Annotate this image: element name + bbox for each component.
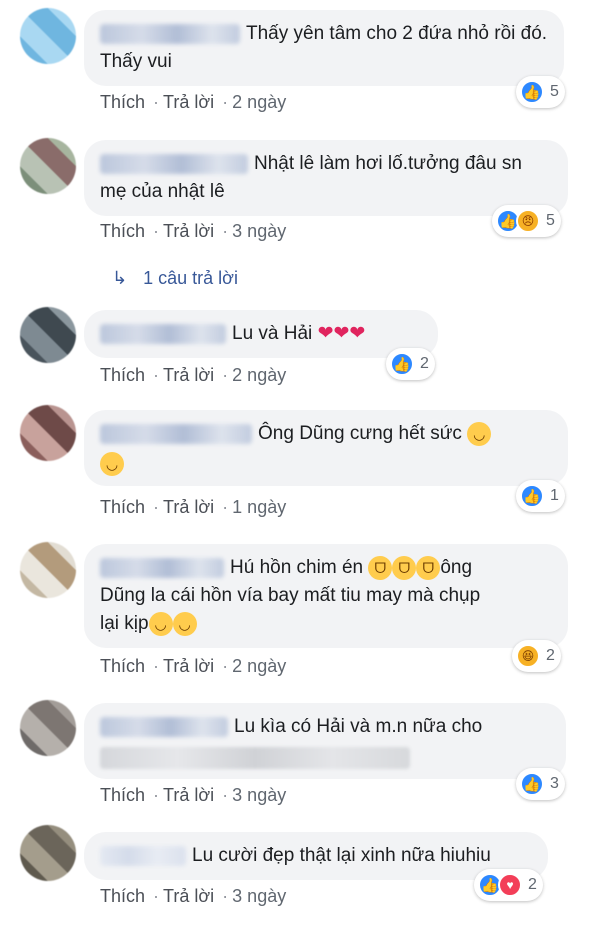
author-name[interactable]	[100, 320, 226, 348]
reaction-count: 3	[550, 775, 559, 792]
reply-link[interactable]: Trả lời	[163, 886, 214, 906]
timestamp[interactable]: 3 ngày	[232, 221, 286, 241]
smile-emoji: ◡	[148, 611, 173, 636]
comment-actions: Thích · Trả lời · 3 ngày	[100, 221, 287, 241]
avatar[interactable]	[20, 8, 76, 64]
reaction-summary[interactable]: 👍 2	[386, 348, 435, 380]
reaction-count: 5	[550, 83, 559, 100]
angry-icon: 😠	[516, 209, 540, 233]
comment-actions: Thích · Trả lời · 1 ngày	[100, 497, 287, 517]
comment-text: Lu và Hải	[232, 323, 313, 344]
heart-emoji: ❤❤❤	[317, 323, 366, 344]
comment-bubble: Thấy yên tâm cho 2 đứa nhỏ rồi đó. Thấy …	[84, 10, 564, 86]
smile-emoji: ◡	[467, 421, 492, 446]
comment-actions: Thích · Trả lời · 2 ngày	[100, 92, 287, 112]
love-icon: ♥	[498, 873, 522, 897]
avatar[interactable]	[20, 138, 76, 194]
replies-count-label[interactable]: 1 câu trả lời	[143, 268, 238, 288]
reply-link[interactable]: Trả lời	[163, 497, 214, 517]
smile-emoji: ◡	[172, 611, 197, 636]
smile-emoji: ◡	[100, 451, 124, 476]
avatar[interactable]	[20, 825, 76, 881]
author-name[interactable]	[100, 842, 186, 870]
comment-actions: Thích · Trả lời · 3 ngày	[100, 785, 287, 805]
reply-arrow-icon: ↳	[112, 268, 128, 288]
reaction-summary[interactable]: 👍 5	[516, 76, 565, 108]
like-icon: 👍	[520, 772, 544, 796]
comment-text: lại kịp	[100, 613, 149, 634]
author-name[interactable]	[100, 554, 224, 582]
comment-text: Lu cười đẹp thật lại xinh nữa hiuhiu	[192, 845, 491, 866]
reaction-count: 1	[550, 487, 559, 504]
timestamp[interactable]: 2 ngày	[232, 365, 286, 385]
avatar[interactable]	[20, 405, 76, 461]
timestamp[interactable]: 2 ngày	[232, 92, 286, 112]
author-name[interactable]	[100, 150, 248, 178]
timestamp[interactable]: 3 ngày	[232, 785, 286, 805]
reply-link[interactable]: Trả lời	[163, 92, 214, 112]
view-replies-link[interactable]: ↳ 1 câu trả lời	[112, 268, 238, 289]
comment-bubble: Nhật lê làm hơi lố.tưởng đâu sn mẹ của n…	[84, 140, 568, 216]
laugh-emoji: ᗜ	[392, 555, 417, 580]
author-name[interactable]	[100, 420, 252, 448]
reply-link[interactable]: Trả lời	[163, 221, 214, 241]
reaction-summary[interactable]: 👍 3	[516, 768, 565, 800]
reaction-count: 2	[528, 876, 537, 893]
reaction-count: 2	[546, 647, 555, 664]
like-link[interactable]: Thích	[100, 656, 145, 676]
author-name[interactable]	[100, 713, 228, 741]
comment-actions: Thích · Trả lời · 2 ngày	[100, 365, 287, 385]
comment-actions: Thích · Trả lời · 3 ngày	[100, 886, 287, 906]
like-link[interactable]: Thích	[100, 886, 145, 906]
like-link[interactable]: Thích	[100, 785, 145, 805]
comment-actions: Thích · Trả lời · 2 ngày	[100, 656, 287, 676]
reply-link[interactable]: Trả lời	[163, 785, 214, 805]
comment-bubble: Lu kìa có Hải và m.n nữa cho	[84, 703, 566, 779]
avatar[interactable]	[20, 542, 76, 598]
reply-link[interactable]: Trả lời	[163, 656, 214, 676]
laugh-emoji: ᗜ	[416, 555, 441, 580]
author-name[interactable]	[100, 20, 240, 48]
like-link[interactable]: Thích	[100, 497, 145, 517]
laugh-emoji: ᗜ	[368, 555, 393, 580]
reaction-count: 2	[420, 355, 429, 372]
like-link[interactable]: Thích	[100, 221, 145, 241]
like-icon: 👍	[520, 80, 544, 104]
comment-text: Dũng la cái hồn vía bay mất tiu may mà c…	[100, 585, 481, 606]
haha-icon: 😆	[516, 644, 540, 668]
like-link[interactable]: Thích	[100, 365, 145, 385]
comment-text: Lu kìa có Hải và m.n nữa cho	[234, 716, 483, 737]
comment-text: Ông Dũng cưng hết sức	[258, 423, 462, 444]
reply-link[interactable]: Trả lời	[163, 365, 214, 385]
reaction-summary[interactable]: 😆 2	[512, 640, 561, 672]
comment-text: ông	[440, 557, 473, 578]
timestamp[interactable]: 1 ngày	[232, 497, 286, 517]
blurred-text	[100, 747, 410, 769]
reaction-summary[interactable]: 👍 ♥ 2	[474, 869, 543, 901]
like-icon: 👍	[390, 352, 414, 376]
timestamp[interactable]: 3 ngày	[232, 886, 286, 906]
comment-text: Hú hồn chim én	[230, 557, 364, 578]
timestamp[interactable]: 2 ngày	[232, 656, 286, 676]
like-link[interactable]: Thích	[100, 92, 145, 112]
reaction-summary[interactable]: 👍 1	[516, 480, 565, 512]
reaction-count: 5	[546, 212, 555, 229]
reaction-summary[interactable]: 👍 😠 5	[492, 205, 561, 237]
avatar[interactable]	[20, 307, 76, 363]
comment-bubble: Ông Dũng cưng hết sức ◡ ◡	[84, 410, 568, 486]
avatar[interactable]	[20, 700, 76, 756]
comment-bubble: Hú hồn chim én ᗜ ᗜ ᗜ ông Dũng la cái hồn ví…	[84, 544, 568, 648]
comment-bubble: Lu và Hải ❤❤❤	[84, 310, 438, 358]
like-icon: 👍	[520, 484, 544, 508]
